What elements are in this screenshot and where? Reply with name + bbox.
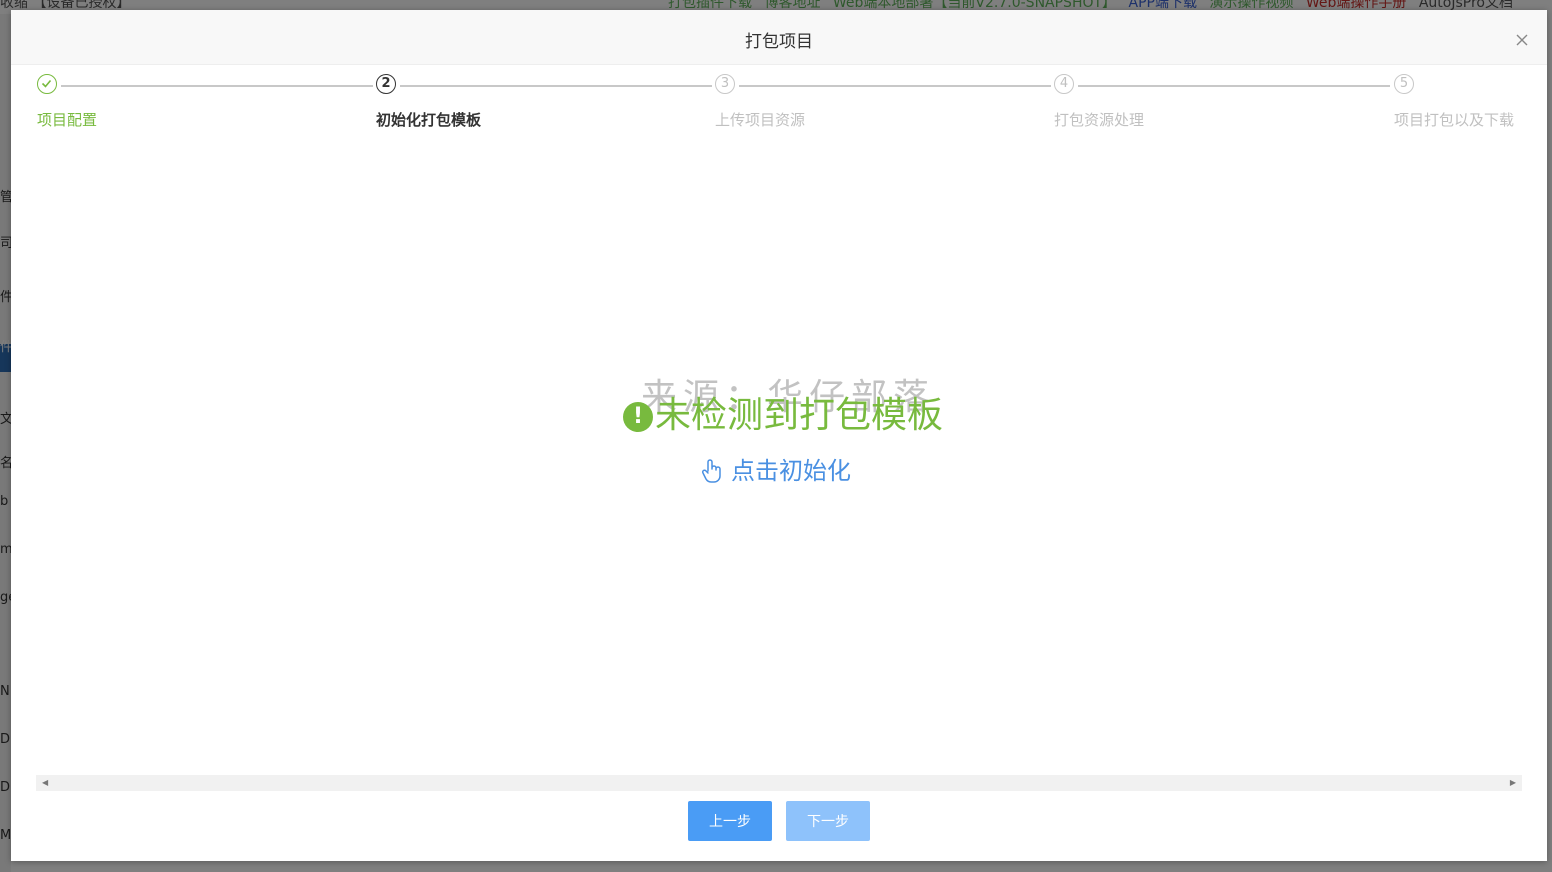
steps-progress: 项目配置 2 初始化打包模板 3 上传项目资源 4 打包资源处理 5 项目打包以…	[11, 10, 1547, 150]
step-connector	[739, 85, 1051, 87]
step-connector	[400, 85, 712, 87]
scroll-right-icon[interactable]: ▶	[1510, 778, 1516, 788]
step-number: 3	[715, 74, 735, 94]
scroll-left-icon[interactable]: ◀	[42, 778, 48, 788]
package-project-modal: 打包项目 项目配置 2 初始化打包模板 3 上传项目资源 4 打包资源处理 5 …	[11, 10, 1547, 861]
horizontal-scrollbar[interactable]: ◀ ▶	[36, 775, 1522, 791]
step-connector	[61, 85, 373, 87]
step-label: 上传项目资源	[715, 111, 806, 129]
step-label: 项目配置	[37, 111, 98, 129]
step-label: 初始化打包模板	[376, 111, 482, 129]
step-label: 打包资源处理	[1054, 111, 1145, 129]
step-number: 4	[1054, 74, 1074, 94]
step-number: 5	[1394, 74, 1414, 94]
initialize-link-label: 点击初始化	[731, 457, 851, 485]
status-message: 未检测到打包模板	[655, 395, 944, 436]
prev-step-button[interactable]: 上一步	[688, 801, 772, 841]
check-icon	[37, 74, 57, 94]
step-connector	[1078, 85, 1390, 87]
hand-pointer-icon	[701, 459, 721, 483]
next-step-button[interactable]: 下一步	[786, 801, 870, 841]
step-label: 项目打包以及下载	[1394, 111, 1515, 129]
exclamation-circle-icon: !	[623, 402, 653, 432]
step-number: 2	[376, 74, 396, 94]
